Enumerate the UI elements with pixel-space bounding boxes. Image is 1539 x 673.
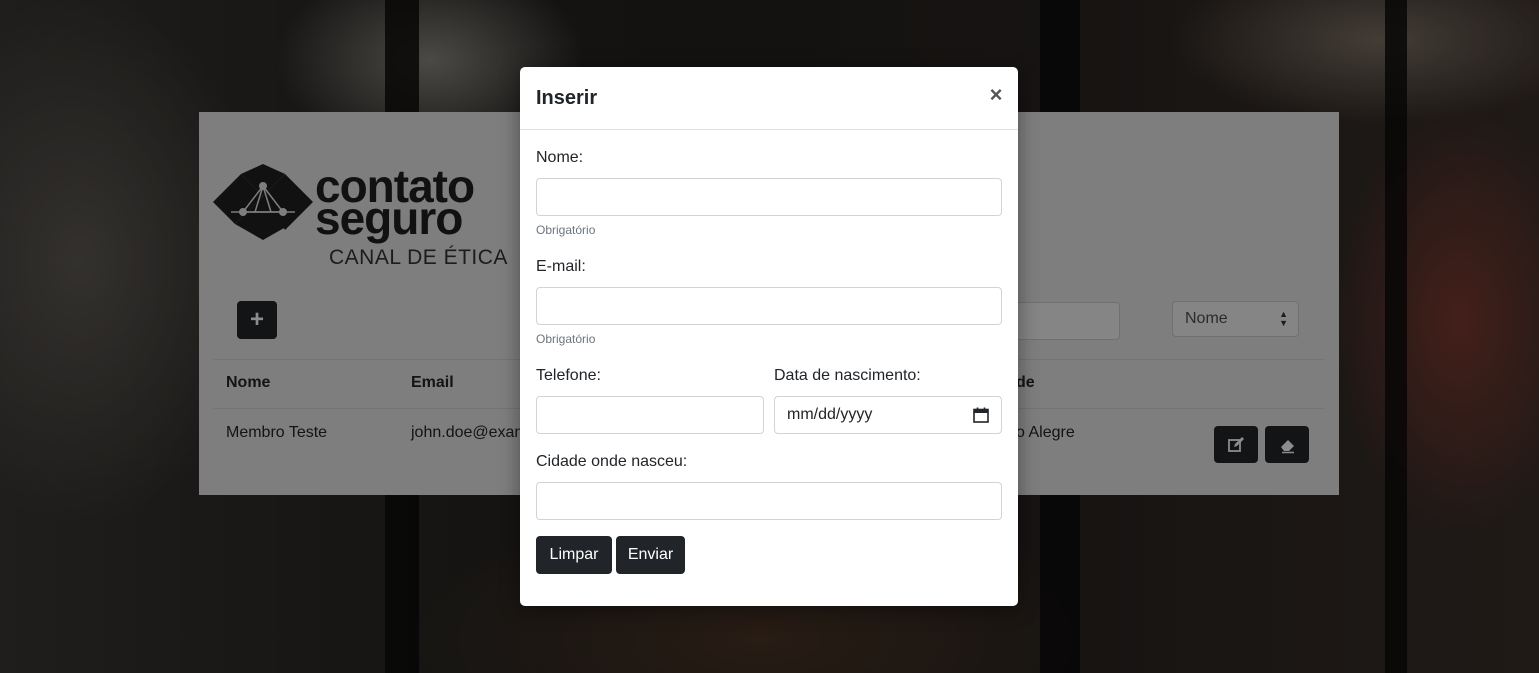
email-help: Obrigatório xyxy=(536,332,596,346)
nome-label: Nome: xyxy=(536,149,584,166)
date-placeholder: mm/dd/yyyy xyxy=(787,406,873,423)
modal-header: Inserir × xyxy=(520,67,1018,130)
close-icon[interactable]: × xyxy=(987,82,1005,108)
nome-help: Obrigatório xyxy=(536,223,596,237)
email-input[interactable] xyxy=(536,287,1002,325)
email-label: E-mail: xyxy=(536,258,586,275)
nome-input[interactable] xyxy=(536,178,1002,216)
calendar-icon[interactable] xyxy=(973,407,989,423)
nascimento-label: Data de nascimento: xyxy=(774,367,921,384)
submit-button[interactable]: Enviar xyxy=(616,536,685,574)
telefone-input[interactable] xyxy=(536,396,764,434)
nascimento-date-input[interactable]: mm/dd/yyyy xyxy=(774,396,1002,434)
insert-modal: Inserir × Nome: Obrigatório E-mail: Obri… xyxy=(520,67,1018,606)
cidade-label: Cidade onde nasceu: xyxy=(536,453,688,470)
modal-title: Inserir xyxy=(536,87,598,109)
clear-button[interactable]: Limpar xyxy=(536,536,612,574)
telefone-label: Telefone: xyxy=(536,367,601,384)
cidade-input[interactable] xyxy=(536,482,1002,520)
